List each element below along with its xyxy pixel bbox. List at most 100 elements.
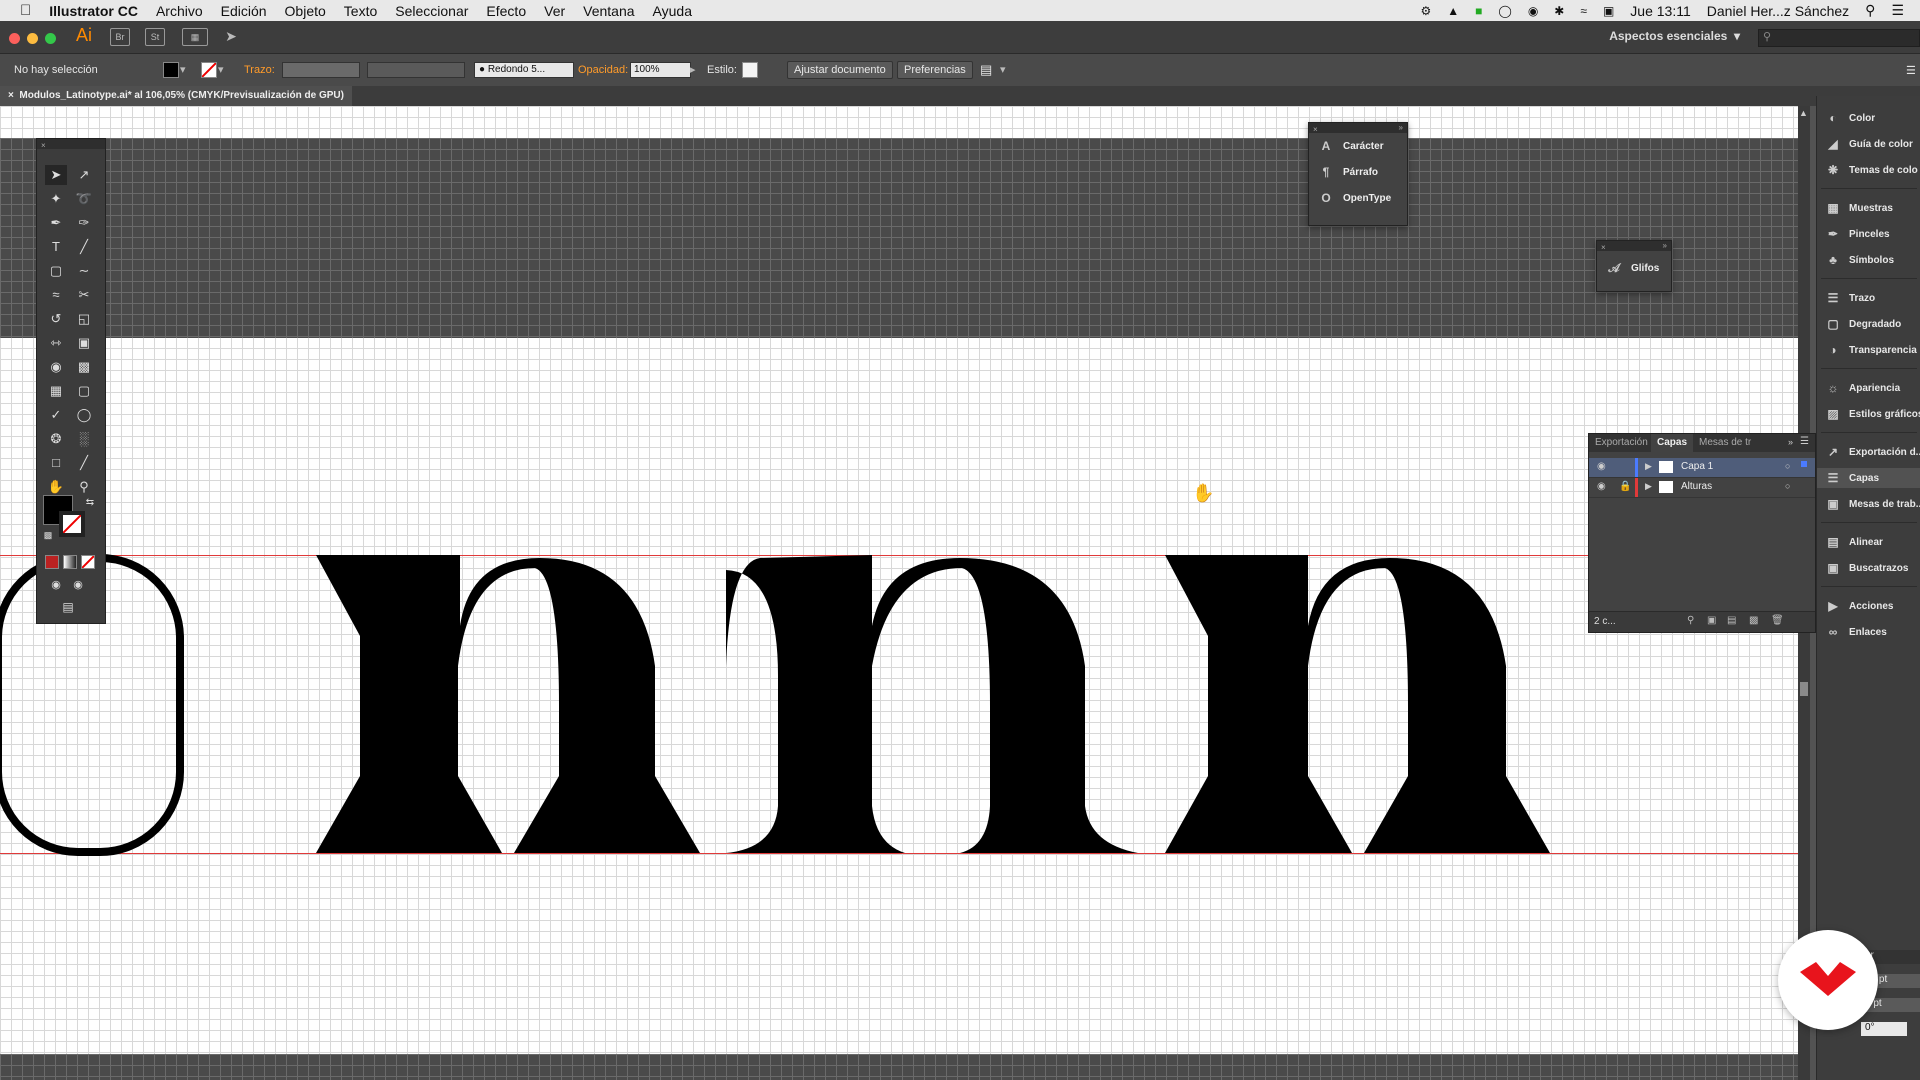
display-icon[interactable]: ▣ (1603, 4, 1614, 18)
panel-header[interactable]: ×» (1309, 123, 1407, 134)
dock-appearance[interactable]: ☼ Apariencia (1825, 378, 1901, 398)
app-menu[interactable]: Illustrator CC (49, 3, 138, 19)
close-panel-icon[interactable]: × (1313, 125, 1318, 134)
shaper-tool-icon[interactable]: ≈ (45, 285, 67, 305)
lock-icon[interactable]: 🔒 (1619, 481, 1631, 492)
minimize-window-button[interactable] (27, 33, 38, 44)
none-mode-icon[interactable] (81, 555, 95, 569)
close-window-button[interactable] (9, 33, 20, 44)
stroke-weight-field[interactable] (282, 62, 360, 78)
expand-panel-icon[interactable]: » (1399, 123, 1403, 132)
menu-ver[interactable]: Ver (544, 3, 565, 19)
target-circle-icon[interactable]: ○ (1785, 481, 1790, 491)
artboard-tool-icon[interactable]: □ (45, 453, 67, 473)
opacity-arrow-icon[interactable]: ▸ (690, 63, 696, 76)
expand-panel-icon[interactable]: » (1788, 437, 1793, 447)
status-icon[interactable]: ⚙ (1420, 4, 1431, 18)
document-tab[interactable]: × Modulos_Latinotype.ai* al 106,05% (CMY… (0, 86, 352, 106)
panel-header[interactable]: ×» (1597, 241, 1671, 252)
color-mode-icon[interactable] (45, 555, 59, 569)
locate-object-icon[interactable]: ⚲ (1687, 615, 1694, 626)
evernote-icon[interactable]: ■ (1475, 4, 1482, 18)
bridge-button[interactable]: Br (110, 28, 130, 46)
character-panel-button[interactable]: A Carácter (1309, 133, 1407, 159)
perspective-grid-tool-icon[interactable]: ▩ (73, 357, 95, 377)
arrange-dropdown-icon[interactable]: ▾ (1000, 63, 1006, 76)
menu-ventana[interactable]: Ventana (583, 3, 634, 19)
dock-links[interactable]: ∞ Enlaces (1825, 622, 1887, 642)
rectangle-tool-icon[interactable]: ▢ (45, 261, 67, 281)
dock-color-guide[interactable]: ◢ Guía de color (1825, 134, 1913, 154)
scroll-thumb[interactable] (1800, 682, 1808, 696)
stroke-label[interactable]: Trazo: (244, 64, 275, 76)
glyph-artwork[interactable]: ✋ (0, 106, 1798, 1080)
tab-layers[interactable]: Capas (1651, 434, 1694, 452)
gradient-tool-icon[interactable]: ▢ (73, 381, 95, 401)
default-colors-icon[interactable]: ▩ (37, 525, 59, 545)
glyph-n-2[interactable] (726, 555, 1138, 853)
dock-color[interactable]: ◐ Color (1825, 108, 1875, 128)
dock-graphic-styles[interactable]: ▨ Estilos gráficos (1825, 404, 1920, 424)
dock-color-themes[interactable]: ❋ Temas de colo (1825, 160, 1918, 180)
pen-tool-icon[interactable]: ✒ (45, 213, 67, 233)
column-graph-tool-icon[interactable]: ░ (73, 429, 95, 449)
tab-asset-export[interactable]: Exportación (1589, 434, 1654, 452)
fill-dropdown-icon[interactable]: ▾ (180, 63, 186, 76)
visibility-eye-icon[interactable]: ◉ (1597, 461, 1606, 472)
draw-mode-icon[interactable]: ◉ (45, 575, 67, 595)
stroke-color-box[interactable] (59, 511, 85, 537)
close-panel-icon[interactable]: × (1601, 243, 1606, 252)
shape-builder-tool-icon[interactable]: ◉ (45, 357, 67, 377)
width-tool-icon[interactable]: ⇿ (45, 333, 67, 353)
glyphs-panel-button[interactable]: 𝒜 Glifos (1597, 251, 1671, 285)
scale-tool-icon[interactable]: ◱ (73, 309, 95, 329)
delete-layer-icon[interactable]: 🗑 (1771, 615, 1784, 626)
expand-layer-icon[interactable]: ▶ (1645, 481, 1652, 492)
fill-swatch[interactable] (163, 62, 179, 78)
blend-tool-icon[interactable]: ◯ (73, 405, 95, 425)
clipping-mask-icon[interactable]: ▣ (1707, 615, 1716, 626)
dock-stroke[interactable]: ☰ Trazo (1825, 288, 1876, 308)
stock-button[interactable]: St (145, 28, 165, 46)
dock-gradient[interactable]: ▢ Degradado (1825, 314, 1901, 334)
tools-panel-header[interactable]: × (37, 139, 105, 150)
opacity-field[interactable]: 100% (630, 62, 691, 78)
dock-brushes[interactable]: ✒ Pinceles (1825, 224, 1890, 244)
eyedropper-tool-icon[interactable]: ✓ (45, 405, 67, 425)
glyph-n-3[interactable] (1165, 555, 1550, 853)
cc-icon[interactable]: ◯ (1498, 4, 1511, 18)
gpu-performance-icon[interactable]: ➤ (222, 28, 240, 44)
scissors-tool-icon[interactable]: ✂ (73, 285, 95, 305)
stroke-swatch[interactable] (201, 62, 217, 78)
symbol-sprayer-tool-icon[interactable]: ❂ (45, 429, 67, 449)
dock-align[interactable]: ▤ Alinear (1825, 532, 1883, 552)
layer-name[interactable]: Alturas (1681, 481, 1712, 492)
expand-layer-icon[interactable]: ▶ (1645, 461, 1652, 472)
dock-transparency[interactable]: ◑ Transparencia (1825, 340, 1916, 360)
free-transform-tool-icon[interactable]: ▣ (73, 333, 95, 353)
clock-text[interactable]: Jue 13:11 (1630, 3, 1690, 19)
paintbrush-tool-icon[interactable]: ∼ (73, 261, 95, 281)
glyph-n-1[interactable] (316, 555, 700, 853)
expand-panel-icon[interactable]: » (1663, 241, 1667, 250)
bluetooth-icon[interactable]: ✱ (1554, 4, 1564, 18)
close-tab-icon[interactable]: × (8, 90, 14, 101)
layer-name[interactable]: Capa 1 (1681, 461, 1713, 472)
type-tool-icon[interactable]: T (45, 237, 67, 257)
fit-document-button[interactable]: Ajustar documento (787, 61, 893, 79)
dock-swatches[interactable]: ▦ Muestras (1825, 198, 1893, 218)
dock-layers[interactable]: ☰ Capas (1817, 468, 1920, 488)
notification-icon[interactable]: ▲ (1447, 4, 1459, 18)
variable-width-profile[interactable] (367, 62, 465, 78)
layer-row[interactable]: ◉ 🔒 ▶ Alturas ○ (1589, 478, 1815, 498)
magic-wand-tool-icon[interactable]: ✦ (45, 189, 67, 209)
dock-actions[interactable]: ▶ Acciones (1825, 596, 1893, 616)
curvature-tool-icon[interactable]: ✑ (73, 213, 95, 233)
menu-edicion[interactable]: Edición (221, 3, 267, 19)
gradient-mode-icon[interactable] (63, 555, 77, 569)
swap-fill-stroke-icon[interactable]: ⇆ (79, 493, 101, 513)
arrange-documents-icon[interactable]: ▦ (182, 28, 208, 46)
screen-mode-icon[interactable]: ▤ (57, 597, 79, 617)
opacity-label[interactable]: Opacidad: (578, 64, 628, 76)
menu-archivo[interactable]: Archivo (156, 3, 203, 19)
